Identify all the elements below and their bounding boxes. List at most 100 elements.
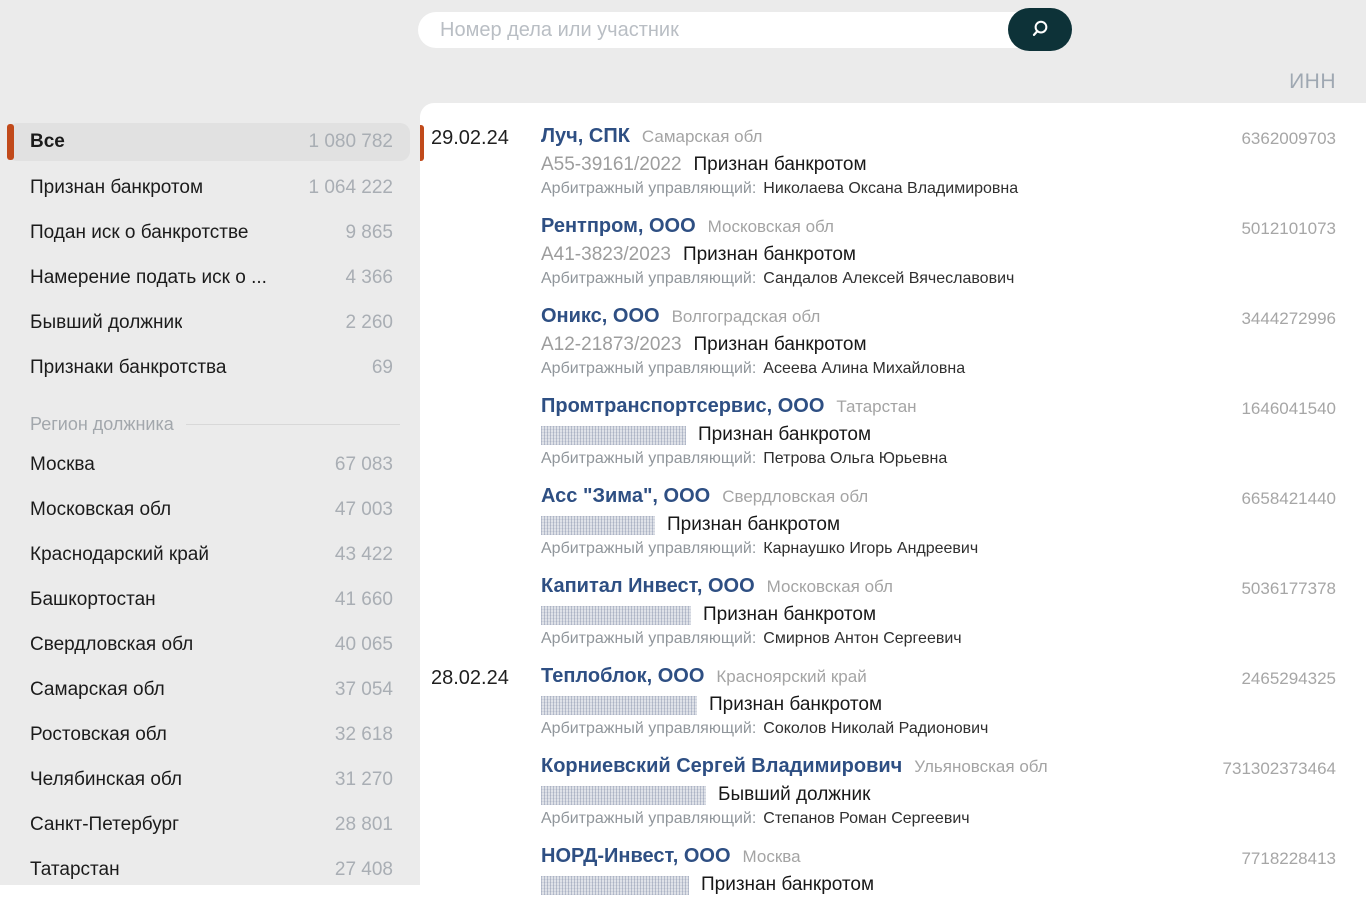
inn-value: 1646041540: [1206, 395, 1336, 472]
filter-label: Бывший должник: [30, 312, 182, 334]
filter-label: Санкт-Петербург: [30, 814, 179, 836]
debtor-name-link[interactable]: Асс "Зима", ООО: [541, 485, 710, 508]
debtor-name-link[interactable]: Промтранспортсервис, ООО: [541, 395, 824, 418]
debtor-region: Татарстан: [836, 397, 916, 417]
arbitration-manager-label: Арбитражный управляющий:: [541, 450, 756, 468]
inn-value: 3444272996: [1206, 305, 1336, 382]
sidebar-filter-item[interactable]: Намерение подать иск о ... 4 366: [7, 255, 410, 300]
entry-body: Рентпром, ООО Московская обл А41-3823/20…: [541, 215, 1206, 292]
sidebar-filter-item[interactable]: Свердловская обл 40 065: [7, 622, 410, 667]
sidebar-filter-item[interactable]: Признан банкротом 1 064 222: [7, 165, 410, 210]
inn-value: 731302373464: [1206, 755, 1336, 832]
search-input[interactable]: [418, 12, 1072, 48]
sidebar-filter-item[interactable]: Признаки банкротства 69: [7, 345, 410, 390]
filter-count: 31 270: [325, 769, 393, 791]
arbitration-manager-label: Арбитражный управляющий:: [541, 720, 756, 738]
sidebar-filter-item[interactable]: Башкортостан 41 660: [7, 577, 410, 622]
case-number: А41-3823/2023: [541, 244, 671, 266]
sidebar-filter-item[interactable]: Самарская обл 37 054: [7, 667, 410, 712]
status-label: Бывший должник: [718, 784, 870, 806]
filter-label: Свердловская обл: [30, 634, 193, 656]
debtor-name-link[interactable]: Капитал Инвест, ООО: [541, 575, 755, 598]
sidebar-filter-item[interactable]: Бывший должник 2 260: [7, 300, 410, 345]
region-section-title: Регион должника: [30, 414, 174, 435]
arbitration-manager-name: Петрова Ольга Юрьевна: [763, 450, 947, 468]
status-label: Признан банкротом: [667, 514, 840, 536]
inn-value: 5036177378: [1206, 575, 1336, 652]
status-label: Признан банкротом: [709, 694, 882, 716]
filter-count: 47 003: [325, 499, 393, 521]
filter-count: 40 065: [325, 634, 393, 656]
entry-date: [420, 485, 541, 562]
filter-count: 67 083: [325, 454, 393, 476]
sidebar-filter-item[interactable]: Татарстан 27 408: [7, 847, 410, 885]
selected-accent-bar: [420, 125, 424, 161]
result-row: Асс "Зима", ООО Свердловская обл Признан…: [420, 485, 1336, 562]
entry-date: [420, 755, 541, 832]
entry-date: [420, 305, 541, 382]
filter-count: 41 660: [325, 589, 393, 611]
filter-label: Краснодарский край: [30, 544, 209, 566]
debtor-name-link[interactable]: НОРД-Инвест, ООО: [541, 845, 731, 868]
sidebar-filter-item[interactable]: Челябинская обл 31 270: [7, 757, 410, 802]
entry-body: Луч, СПК Самарская обл А55-39161/2022 Пр…: [541, 125, 1206, 202]
filter-sidebar: Все 1 080 782 Признан банкротом 1 064 22…: [0, 103, 412, 885]
results-panel: 29.02.24 Луч, СПК Самарская обл А55-3916…: [420, 103, 1366, 897]
redacted-case-number: [541, 426, 686, 445]
debtor-region: Московская обл: [708, 217, 834, 237]
sidebar-filter-item[interactable]: Все 1 080 782: [7, 123, 410, 161]
entry-body: Теплоблок, ООО Красноярский край Признан…: [541, 665, 1206, 742]
filter-label: Москва: [30, 454, 95, 476]
debtor-name-link[interactable]: Теплоблок, ООО: [541, 665, 704, 688]
arbitration-manager-label: Арбитражный управляющий:: [541, 180, 756, 198]
filter-count: 1 064 222: [298, 177, 393, 199]
arbitration-manager-label: Арбитражный управляющий:: [541, 630, 756, 648]
entry-body: Капитал Инвест, ООО Московская обл Призн…: [541, 575, 1206, 652]
result-row: Корниевский Сергей Владимирович Ульяновс…: [420, 755, 1336, 832]
arbitration-manager-name: Соколов Николай Радионович: [763, 720, 988, 738]
result-row: 28.02.24 Теплоблок, ООО Красноярский кра…: [420, 665, 1336, 742]
arbitration-manager-label: Арбитражный управляющий:: [541, 810, 756, 828]
entry-date: 28.02.24: [420, 665, 541, 742]
sidebar-filter-item[interactable]: Краснодарский край 43 422: [7, 532, 410, 577]
search-button[interactable]: [1008, 8, 1072, 51]
region-section-header: Регион должника: [7, 406, 410, 442]
entry-body: НОРД-Инвест, ООО Москва Признан банкрото…: [541, 845, 1206, 897]
status-label: Признан банкротом: [683, 244, 856, 266]
debtor-name-link[interactable]: Оникс, ООО: [541, 305, 660, 328]
filter-count: 27 408: [325, 859, 393, 881]
status-label: Признан банкротом: [694, 334, 867, 356]
redacted-case-number: [541, 516, 655, 535]
filter-count: 69: [362, 357, 393, 379]
debtor-name-link[interactable]: Луч, СПК: [541, 125, 630, 148]
filter-count: 1 080 782: [298, 131, 393, 153]
debtor-region: Московская обл: [767, 577, 893, 597]
filter-label: Ростовская обл: [30, 724, 167, 746]
redacted-case-number: [541, 696, 697, 715]
arbitration-manager-name: Карнаушко Игорь Андреевич: [763, 540, 978, 558]
debtor-name-link[interactable]: Корниевский Сергей Владимирович: [541, 755, 902, 778]
sidebar-bottom-strip: [0, 885, 420, 897]
debtor-region: Свердловская обл: [722, 487, 868, 507]
debtor-region: Ульяновская обл: [914, 757, 1047, 777]
sidebar-filter-item[interactable]: Московская обл 47 003: [7, 487, 410, 532]
arbitration-manager-name: Смирнов Антон Сергеевич: [763, 630, 961, 648]
sidebar-filter-item[interactable]: Москва 67 083: [7, 442, 410, 487]
entry-body: Корниевский Сергей Владимирович Ульяновс…: [541, 755, 1206, 832]
filter-count: 37 054: [325, 679, 393, 701]
sidebar-filter-item[interactable]: Подан иск о банкротстве 9 865: [7, 210, 410, 255]
sidebar-filter-item[interactable]: Ростовская обл 32 618: [7, 712, 410, 757]
filter-count: 2 260: [335, 312, 393, 334]
filter-label: Намерение подать иск о ...: [30, 267, 267, 289]
filter-label: Челябинская обл: [30, 769, 182, 791]
arbitration-manager-label: Арбитражный управляющий:: [541, 360, 756, 378]
filter-label: Все: [30, 131, 65, 153]
debtor-name-link[interactable]: Рентпром, ООО: [541, 215, 696, 238]
search-bar: [418, 8, 1072, 51]
sidebar-filter-item[interactable]: Санкт-Петербург 28 801: [7, 802, 410, 847]
result-row: Оникс, ООО Волгоградская обл А12-21873/2…: [420, 305, 1336, 382]
section-divider: [186, 424, 400, 425]
arbitration-manager-name: Степанов Роман Сергеевич: [763, 810, 969, 828]
arbitration-manager-name: Сандалов Алексей Вячеславович: [763, 270, 1014, 288]
status-label: Признан банкротом: [698, 424, 871, 446]
